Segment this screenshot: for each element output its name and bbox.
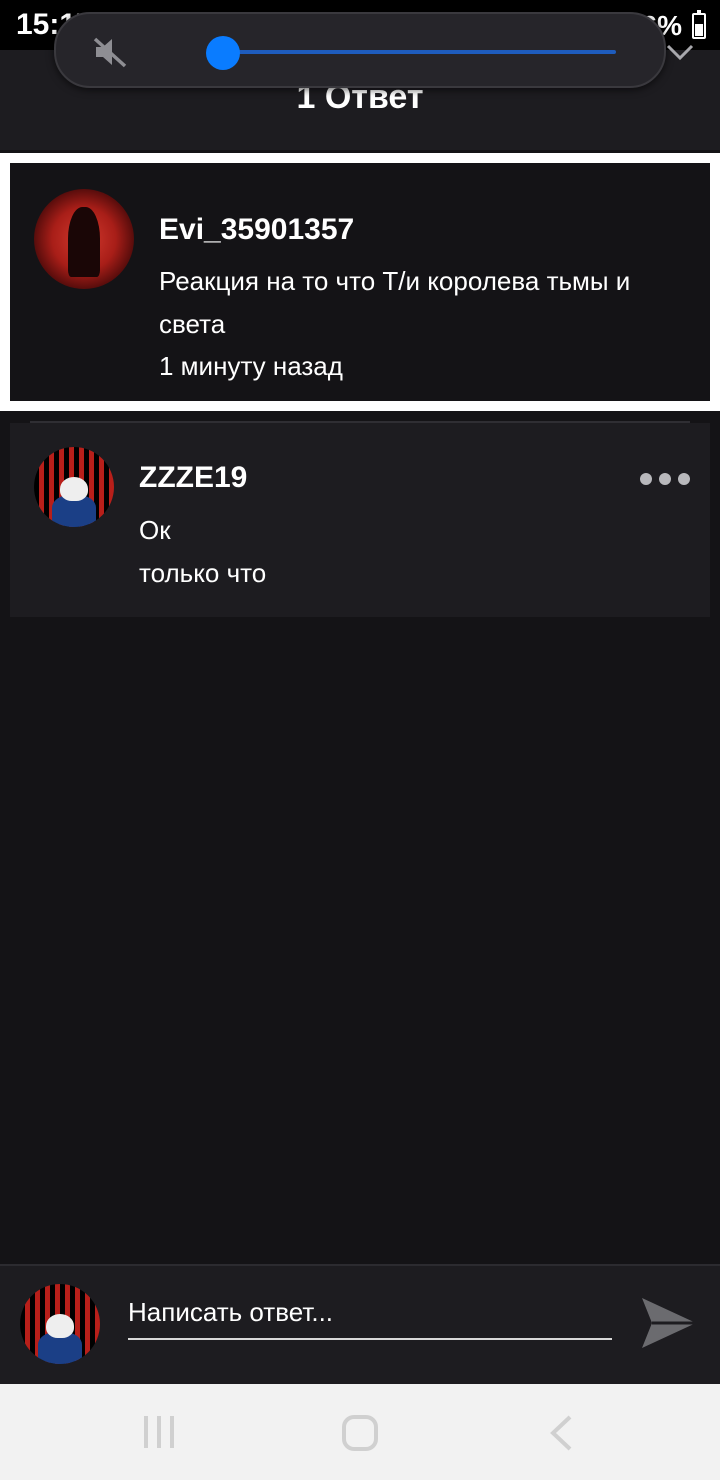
back-icon[interactable] xyxy=(548,1414,574,1452)
parent-comment[interactable]: Evi_35901357 Реакция на то что Т/и корол… xyxy=(10,163,710,401)
recents-icon[interactable] xyxy=(142,1414,176,1450)
avatar[interactable] xyxy=(34,189,134,289)
volume-track[interactable] xyxy=(224,50,616,54)
reply-author[interactable]: ZZZE19 xyxy=(139,461,247,495)
speaker-muted-icon[interactable] xyxy=(92,36,128,68)
comment-author[interactable]: Evi_35901357 xyxy=(159,213,354,247)
avatar-silhouette xyxy=(68,207,100,277)
home-icon[interactable] xyxy=(341,1414,379,1452)
chevron-down-icon[interactable] xyxy=(664,40,696,64)
more-dots-icon[interactable] xyxy=(640,473,690,485)
comment-time: 1 минуту назад xyxy=(159,351,343,381)
avatar xyxy=(20,1284,100,1364)
reply-text: Ок xyxy=(139,515,171,545)
comment-text-line: Реакция на то что Т/и королева тьмы и xyxy=(159,266,631,296)
avatar-skull xyxy=(60,477,88,501)
system-nav-bar xyxy=(0,1384,720,1480)
avatar-skull xyxy=(46,1314,74,1338)
reply-item[interactable]: ZZZE19 Ок только что xyxy=(10,423,710,617)
send-icon[interactable] xyxy=(640,1296,698,1350)
parent-comment-highlight: Evi_35901357 Реакция на то что Т/и корол… xyxy=(0,153,720,411)
reply-time: только что xyxy=(139,558,267,588)
reply-bar xyxy=(0,1264,720,1384)
reply-input[interactable] xyxy=(128,1294,612,1340)
volume-slider-thumb[interactable] xyxy=(206,36,240,70)
comment-text-line: света xyxy=(159,309,226,339)
battery-icon xyxy=(692,10,706,39)
volume-panel[interactable] xyxy=(54,12,694,88)
screen: 1 Ответ 15:17 W 56% xyxy=(0,0,720,1480)
avatar[interactable] xyxy=(34,447,114,527)
